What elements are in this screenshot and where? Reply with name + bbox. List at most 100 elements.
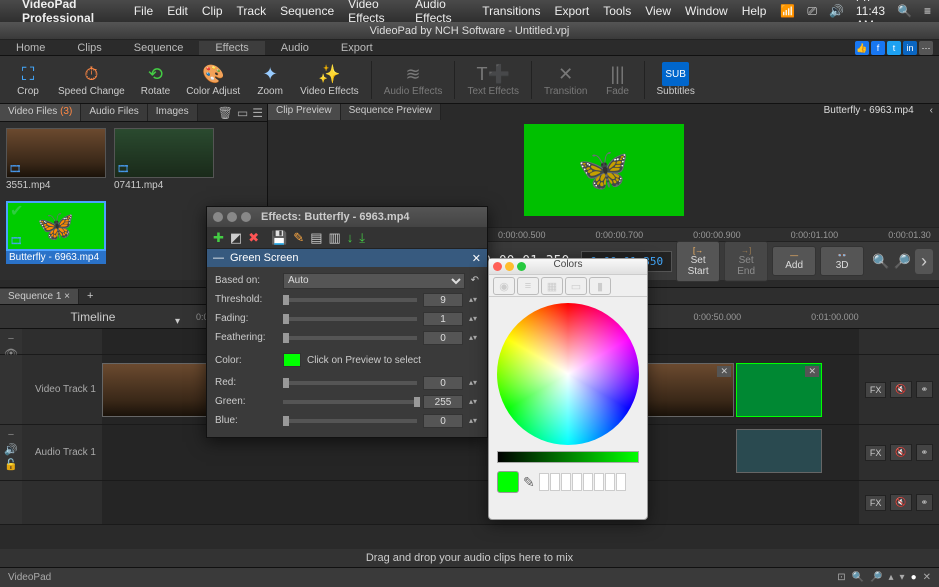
spectrum-tab-icon[interactable]: ▭ [565, 277, 587, 295]
linkedin-icon[interactable]: in [903, 41, 917, 55]
tool-color-adjust[interactable]: 🎨Color Adjust [178, 60, 248, 99]
speaker-icon[interactable]: 🔊 [4, 443, 18, 456]
menu-icon[interactable]: ≡ [924, 4, 931, 18]
clip-thumb[interactable]: 🎞 3551.mp4 [6, 128, 106, 193]
down2-icon[interactable]: ⤓ [359, 230, 365, 246]
menu-sequence[interactable]: Sequence [280, 4, 334, 18]
green-value[interactable]: 255 [423, 395, 463, 409]
traffic-close-icon[interactable] [213, 212, 223, 222]
preview-tab-clip[interactable]: Clip Preview [268, 104, 341, 120]
saved-colors[interactable] [539, 473, 626, 491]
timeline-clip[interactable]: ✕ [736, 363, 822, 417]
timeline-clip[interactable]: ✕ [644, 363, 734, 417]
dialog-titlebar[interactable]: Effects: Butterfly - 6963.mp4 [207, 207, 487, 227]
clip-close-icon[interactable]: ✕ [717, 366, 731, 377]
fx-button[interactable]: FX [865, 495, 887, 511]
search-icon[interactable]: 🔍 [897, 4, 912, 18]
bin-tab-video[interactable]: Video Files (3) [0, 104, 81, 121]
list2-icon[interactable]: ▥ [329, 230, 341, 246]
clip-close-icon[interactable]: ✕ [805, 366, 819, 377]
sequence-tab[interactable]: Sequence 1 × [0, 289, 79, 304]
menu-file[interactable]: File [134, 4, 153, 18]
chevron-down-icon[interactable]: ▾ [900, 572, 905, 583]
close-icon[interactable]: ✕ [472, 252, 481, 265]
3d-button[interactable]: 👓3D [820, 246, 864, 276]
spinner-icon[interactable]: ▴▾ [469, 334, 479, 341]
menu-export[interactable]: Export [555, 4, 590, 18]
fading-slider[interactable] [283, 317, 417, 321]
minus-icon[interactable]: − [8, 333, 14, 345]
traffic-min-icon[interactable] [505, 262, 514, 271]
share-icon[interactable]: ⋯ [919, 41, 933, 55]
feathering-slider[interactable] [283, 336, 417, 340]
save-icon[interactable]: 💾 [271, 230, 287, 246]
palette-tab-icon[interactable]: ▦ [541, 277, 563, 295]
sliders-tab-icon[interactable]: ≡ [517, 277, 539, 295]
mask-icon[interactable]: ◩ [230, 230, 242, 246]
based-on-select[interactable]: Auto [283, 273, 465, 289]
blue-value[interactable]: 0 [423, 414, 463, 428]
trash-icon[interactable]: 🗑 [218, 106, 233, 119]
twitter-icon[interactable]: t [887, 41, 901, 55]
delete-effect-icon[interactable]: ✖ [248, 230, 259, 246]
mute-icon[interactable]: 🔇 [890, 494, 911, 511]
add-button[interactable]: —Add [772, 246, 816, 276]
effect-header[interactable]: — Green Screen ✕ [207, 249, 487, 267]
minus-icon[interactable]: − [8, 429, 14, 441]
traffic-close-icon[interactable] [493, 262, 502, 271]
menu-help[interactable]: Help [742, 4, 767, 18]
chevron-right-icon[interactable]: › [915, 249, 933, 274]
preview-viewport[interactable]: 🦋 [524, 124, 684, 216]
zoom-fit-icon[interactable]: ⊡ [837, 572, 845, 583]
menu-view[interactable]: View [645, 4, 671, 18]
threshold-value[interactable]: 9 [423, 293, 463, 307]
chevron-left-icon[interactable]: ‹ [924, 104, 939, 120]
clip-thumb-selected[interactable]: ✔🦋🎞 Butterfly - 6963.mp4 [6, 201, 106, 264]
tool-crop[interactable]: ⛶Crop [6, 60, 50, 99]
menu-tools[interactable]: Tools [603, 4, 631, 18]
blue-slider[interactable] [283, 419, 417, 423]
eyedropper-icon[interactable]: ✎ [523, 474, 535, 491]
spinner-icon[interactable]: ▴▾ [469, 315, 479, 322]
zoom-out-icon[interactable]: 🔎 [870, 572, 882, 583]
zoom-in-icon[interactable]: 🔍 [872, 253, 889, 270]
zoom-out-icon[interactable]: 🔎 [894, 253, 911, 270]
tab-home[interactable]: Home [0, 41, 61, 55]
timeline-label[interactable]: Timeline▾ [0, 305, 186, 328]
tool-subtitles[interactable]: SUBSubtitles [649, 60, 703, 99]
menu-edit[interactable]: Edit [167, 4, 188, 18]
tool-speed-change[interactable]: ⏱Speed Change [50, 60, 133, 99]
lock-icon[interactable]: 🔓 [4, 458, 18, 471]
stop-icon[interactable]: ✕ [923, 572, 931, 583]
menu-transitions[interactable]: Transitions [482, 4, 540, 18]
color-swatch[interactable] [283, 353, 301, 367]
like-icon[interactable]: 👍 [855, 41, 869, 55]
undo-icon[interactable]: ↶ [471, 275, 479, 286]
edit-icon[interactable]: ✎ [293, 230, 304, 246]
link-icon[interactable]: ⚭ [916, 381, 934, 398]
mute-icon[interactable]: 🔇 [890, 444, 911, 461]
fading-value[interactable]: 1 [423, 312, 463, 326]
green-slider[interactable] [283, 400, 417, 404]
add-effect-icon[interactable]: ✚ [213, 230, 224, 246]
bin-tab-audio[interactable]: Audio Files [81, 104, 147, 121]
fx-button[interactable]: FX [865, 445, 887, 461]
brightness-slider[interactable] [497, 451, 639, 463]
timeline-audio-clip[interactable] [736, 429, 822, 473]
link-icon[interactable]: ⚭ [916, 494, 934, 511]
preview-tab-sequence[interactable]: Sequence Preview [341, 104, 441, 120]
crayons-tab-icon[interactable]: ▮ [589, 277, 611, 295]
tool-video-effects[interactable]: ✨Video Effects [292, 60, 367, 99]
volume-icon[interactable]: 🔊 [829, 4, 844, 18]
zoom-in-icon[interactable]: 🔍 [852, 572, 864, 583]
add-sequence-button[interactable]: + [79, 288, 101, 304]
menu-clip[interactable]: Clip [202, 4, 223, 18]
facebook-icon[interactable]: f [871, 41, 885, 55]
menu-track[interactable]: Track [237, 4, 267, 18]
spinner-icon[interactable]: ▴▾ [469, 398, 479, 405]
wifi-icon[interactable]: 📶 [780, 4, 795, 18]
colorpicker-titlebar[interactable]: Colors [489, 259, 647, 275]
tool-rotate[interactable]: ⟲Rotate [133, 60, 178, 99]
fx-button[interactable]: FX [865, 382, 887, 398]
list-icon[interactable]: ☰ [252, 106, 263, 119]
